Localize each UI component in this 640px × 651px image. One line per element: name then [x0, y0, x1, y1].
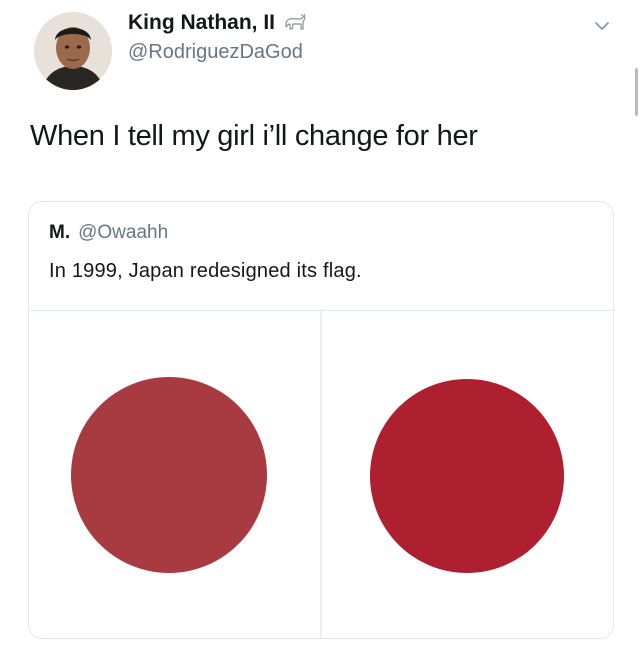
author-names: King Nathan, II @RodriguezDaGod [128, 10, 307, 64]
display-name-row: King Nathan, II [128, 10, 307, 36]
quoted-display-name: M. [49, 222, 71, 243]
media-image-right[interactable] [322, 311, 613, 638]
tweet-header: King Nathan, II @RodriguezDaGod [34, 8, 620, 90]
user-handle[interactable]: @RodriguezDaGod [128, 40, 307, 64]
scrollbar[interactable] [635, 68, 638, 116]
media-image-left[interactable] [29, 311, 322, 638]
avatar[interactable] [34, 12, 112, 90]
flag-circle-old [71, 377, 267, 573]
media-grid [29, 310, 613, 638]
display-name[interactable]: King Nathan, II [128, 10, 275, 36]
quoted-handle: @Owaahh [78, 222, 169, 243]
tweet-text: When I tell my girl i’ll change for her [30, 120, 478, 152]
chevron-down-icon[interactable] [592, 16, 612, 36]
avatar-image [34, 12, 112, 90]
flag-circle-new [370, 379, 564, 573]
quoted-tweet-header: M. @Owaahh [49, 222, 168, 244]
goat-icon [283, 13, 307, 33]
quoted-tweet-card[interactable]: M. @Owaahh In 1999, Japan redesigned its… [28, 201, 614, 639]
quoted-tweet-text: In 1999, Japan redesigned its flag. [49, 260, 362, 282]
